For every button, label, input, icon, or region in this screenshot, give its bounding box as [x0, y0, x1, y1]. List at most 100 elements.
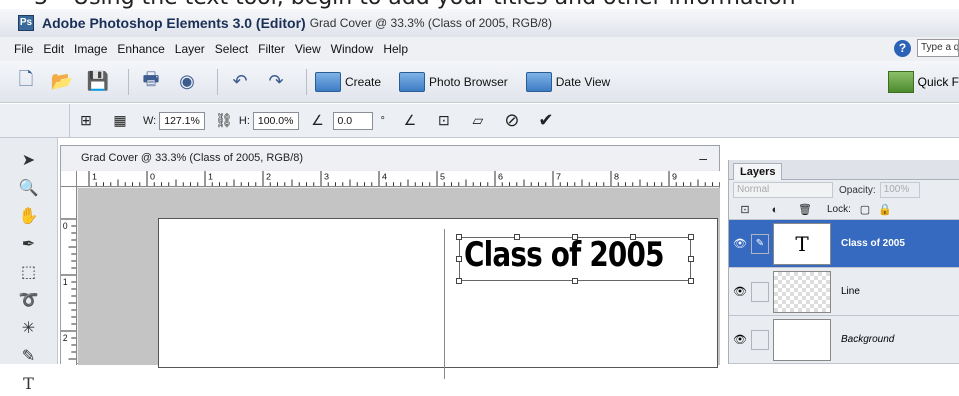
- layers-tab-bar: Layers: [729, 160, 959, 180]
- help-search-input[interactable]: Type a q: [917, 39, 959, 57]
- link-box[interactable]: [751, 329, 769, 350]
- layers-lock-row: ⊡ ◐ 🗑 Lock: ▢ 🔒: [729, 200, 959, 220]
- transform-handle[interactable]: [514, 234, 520, 240]
- layer-name: Background: [841, 334, 895, 345]
- transform-bounding-box[interactable]: [456, 234, 694, 284]
- menu-select[interactable]: Select: [215, 42, 248, 56]
- angle-input[interactable]: 0.0: [332, 111, 373, 130]
- lock-all-icon[interactable]: 🔒: [877, 203, 893, 216]
- document-page[interactable]: Class of 2005: [158, 218, 718, 379]
- ruler-label: 0: [63, 221, 68, 231]
- visibility-eye-icon[interactable]: 👁: [729, 285, 751, 298]
- date-view-icon: [525, 71, 552, 92]
- transform-handle[interactable]: [572, 234, 578, 240]
- layer-thumbnail: T: [773, 222, 831, 265]
- brush-edit-icon[interactable]: ✎: [751, 233, 769, 254]
- transform-handle[interactable]: [630, 234, 636, 240]
- lock-label: Lock:: [827, 204, 851, 215]
- transform-handle[interactable]: [688, 256, 694, 262]
- menu-edit[interactable]: Edit: [43, 42, 64, 56]
- layer-name: Class of 2005: [841, 238, 905, 249]
- redo-icon[interactable]: ↷: [262, 68, 290, 96]
- ruler-label: 0: [150, 172, 155, 182]
- menu-image[interactable]: Image: [74, 42, 107, 56]
- ruler-corner: [61, 171, 77, 187]
- layer-name: Line: [841, 286, 860, 297]
- date-view-label: Date View: [555, 74, 611, 89]
- layers-options: Normal Opacity: 100%: [729, 180, 959, 200]
- quick-fix-icon: [887, 71, 914, 93]
- save-icon[interactable]: 💾: [84, 68, 112, 96]
- adjustment-layer-icon[interactable]: ◐: [767, 204, 783, 216]
- zoom-tool-icon[interactable]: 🔍: [11, 174, 47, 200]
- help-icon[interactable]: ?: [894, 39, 911, 57]
- height-label: H:: [238, 114, 250, 127]
- options-grip: [0, 104, 70, 138]
- menu-file[interactable]: File: [14, 42, 33, 56]
- width-label: W:: [143, 114, 157, 127]
- ruler-label: 2: [266, 172, 271, 182]
- width-input[interactable]: 127.1%: [159, 111, 205, 130]
- document-title-bar: Grad Cover @ 33.3% (Class of 2005, RGB/8…: [61, 146, 719, 170]
- link-icon[interactable]: ⛓: [213, 110, 235, 132]
- menu-filter[interactable]: Filter: [258, 42, 285, 56]
- transform-handle[interactable]: [456, 256, 462, 262]
- divider: [217, 68, 218, 95]
- menu-enhance[interactable]: Enhance: [117, 42, 164, 56]
- canvas-area[interactable]: Class of 2005: [78, 188, 720, 379]
- selection-brush-tool-icon[interactable]: ✎: [11, 342, 47, 368]
- layer-row-line[interactable]: 👁 Line: [729, 268, 959, 316]
- cancel-transform-icon[interactable]: ⊘: [501, 110, 523, 132]
- height-input[interactable]: 100.0%: [252, 111, 299, 130]
- print-icon[interactable]: 🖶: [137, 68, 165, 96]
- menu-help[interactable]: Help: [383, 42, 408, 56]
- opacity-input[interactable]: 100%: [879, 182, 920, 198]
- magic-wand-tool-icon[interactable]: ✳: [11, 314, 47, 340]
- transform-handle[interactable]: [456, 278, 462, 284]
- minimize-icon[interactable]: –: [699, 146, 707, 170]
- share-icon[interactable]: ◉: [173, 68, 201, 96]
- transform-reference-icon[interactable]: ⊞: [75, 110, 97, 132]
- instruction-caption: 3 – Using the text tool, begin to add yo…: [0, 0, 959, 9]
- layer-row-class-of-2005[interactable]: 👁 ✎ T Class of 2005: [729, 220, 959, 268]
- skew-icon[interactable]: ∠: [399, 110, 421, 132]
- layers-tab[interactable]: Layers: [733, 163, 783, 180]
- menu-layer[interactable]: Layer: [175, 42, 205, 56]
- quick-fix-button[interactable]: Quick F: [887, 71, 959, 93]
- transform-handle[interactable]: [572, 278, 578, 284]
- visibility-eye-icon[interactable]: 👁: [729, 237, 751, 250]
- undo-icon[interactable]: ↶: [226, 68, 254, 96]
- commit-transform-icon[interactable]: ✔: [535, 110, 557, 132]
- menu-window[interactable]: Window: [331, 42, 374, 56]
- visibility-eye-icon[interactable]: 👁: [729, 333, 751, 346]
- blend-mode-select[interactable]: Normal: [733, 182, 833, 198]
- eyedropper-tool-icon[interactable]: ✒: [11, 230, 47, 256]
- transform-handle[interactable]: [456, 234, 462, 240]
- distort-icon[interactable]: ⊡: [433, 110, 455, 132]
- transform-handle[interactable]: [688, 278, 694, 284]
- layer-thumbnail: [773, 318, 831, 361]
- type-tool-icon[interactable]: T: [11, 370, 47, 396]
- link-box[interactable]: [751, 281, 769, 302]
- date-view-button[interactable]: Date View: [525, 71, 611, 92]
- toolbox: ➤ 🔍 ✋ ✒ ⬚ ➰ ✳ ✎ T: [0, 138, 58, 393]
- create-button[interactable]: Create: [315, 71, 381, 92]
- menu-view[interactable]: View: [295, 42, 321, 56]
- layer-row-background[interactable]: 👁 Background: [729, 316, 959, 364]
- marquee-tool-icon[interactable]: ⬚: [11, 258, 47, 284]
- open-folder-icon[interactable]: 📂: [48, 68, 76, 96]
- delete-layer-icon[interactable]: 🗑: [797, 203, 813, 216]
- lasso-tool-icon[interactable]: ➰: [11, 286, 47, 312]
- new-layer-icon[interactable]: ⊡: [737, 203, 753, 216]
- photo-browser-button[interactable]: Photo Browser: [399, 71, 508, 92]
- hand-tool-icon[interactable]: ✋: [11, 202, 47, 228]
- reference-point-icon[interactable]: ▦: [109, 110, 131, 132]
- transform-handle[interactable]: [688, 234, 694, 240]
- divider: [128, 68, 129, 95]
- move-tool-icon[interactable]: ➤: [11, 146, 47, 172]
- line-layer-graphic: [444, 229, 445, 379]
- lock-transparency-icon[interactable]: ▢: [857, 203, 873, 216]
- perspective-icon[interactable]: ▱: [467, 110, 489, 132]
- new-file-icon[interactable]: 🗋: [12, 68, 40, 96]
- app-title: Adobe Photoshop Elements 3.0 (Editor): [42, 15, 306, 31]
